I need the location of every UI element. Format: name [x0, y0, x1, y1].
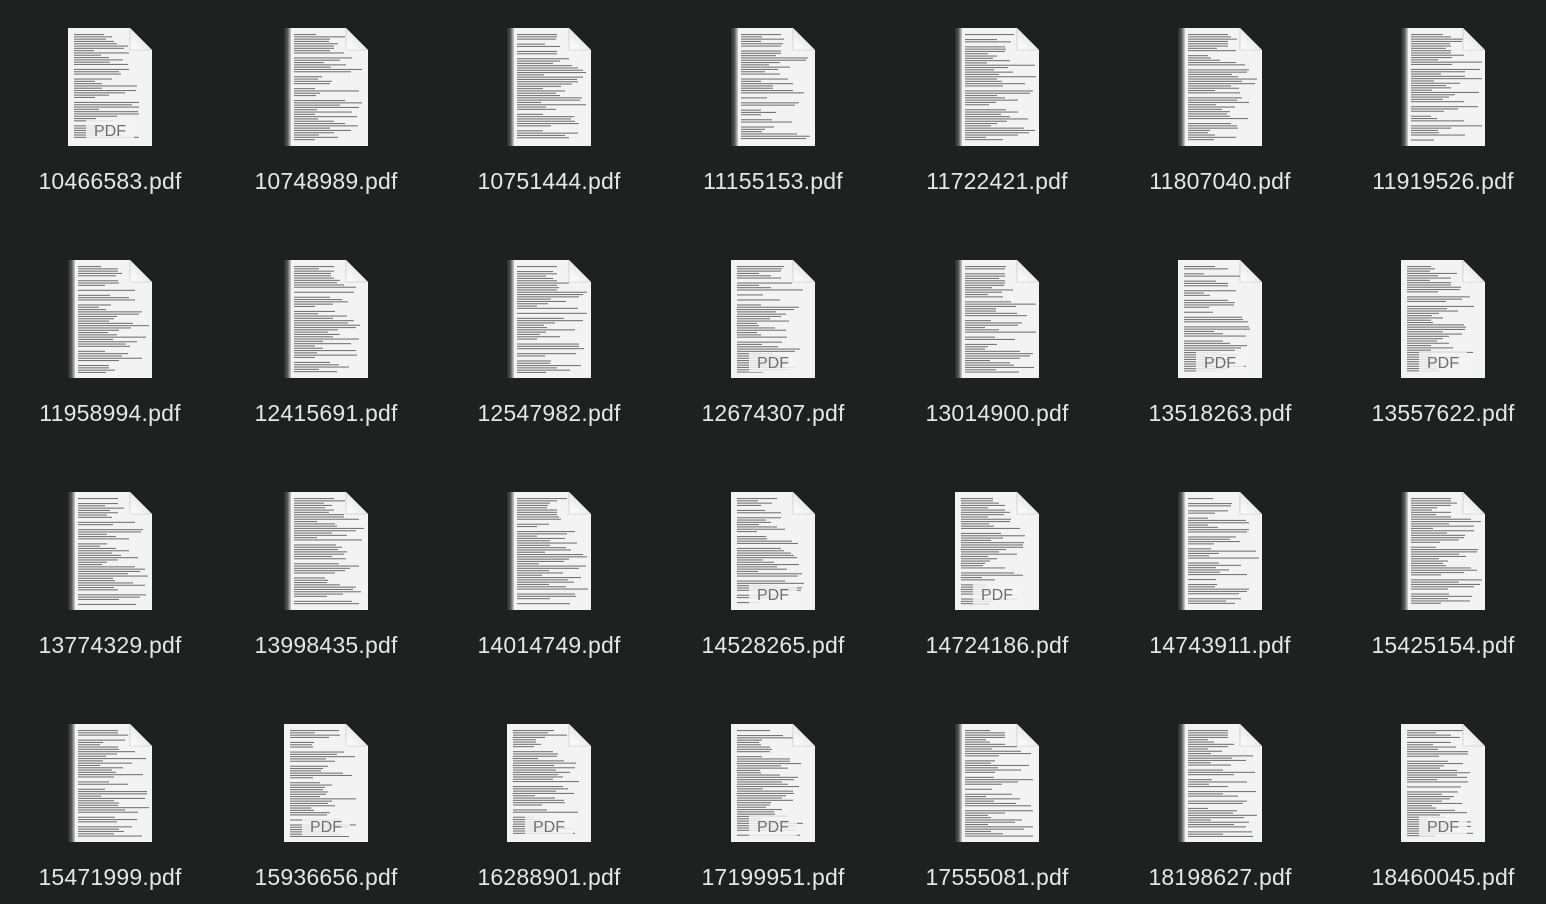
file-item[interactable]: PDF 17199951.pdf: [663, 724, 883, 904]
pdf-document-icon[interactable]: PDF: [507, 724, 591, 842]
file-name-label[interactable]: 14528265.pdf: [663, 632, 883, 659]
file-name-label[interactable]: 15425154.pdf: [1333, 632, 1546, 659]
file-item[interactable]: PDF 13518263.pdf: [1110, 260, 1330, 460]
pdf-document-icon[interactable]: PDF: [731, 724, 815, 842]
file-item[interactable]: PDF 15936656.pdf: [216, 724, 436, 904]
file-name-label[interactable]: 14724186.pdf: [887, 632, 1107, 659]
file-name-label[interactable]: 14743911.pdf: [1110, 632, 1330, 659]
file-item[interactable]: PDF 18460045.pdf: [1333, 724, 1546, 904]
pdf-document-icon[interactable]: PDF: [731, 492, 815, 610]
pdf-document-icon[interactable]: PDF: [1178, 260, 1262, 378]
file-name-label[interactable]: 17199951.pdf: [663, 864, 883, 891]
svg-text:PDF: PDF: [757, 587, 789, 604]
file-item[interactable]: PDF 12674307.pdf: [663, 260, 883, 460]
svg-text:PDF: PDF: [94, 123, 126, 140]
file-name-label[interactable]: 15471999.pdf: [0, 864, 220, 891]
file-name-label[interactable]: 12415691.pdf: [216, 400, 436, 427]
svg-text:PDF: PDF: [1427, 819, 1459, 836]
pdf-document-icon[interactable]: PDF: [1401, 260, 1485, 378]
svg-text:PDF: PDF: [1427, 355, 1459, 372]
pdf-document-icon[interactable]: [1178, 28, 1262, 146]
file-item[interactable]: 11155153.pdf: [663, 28, 883, 228]
pdf-document-icon[interactable]: [68, 724, 152, 842]
file-name-label[interactable]: 14014749.pdf: [439, 632, 659, 659]
svg-text:PDF: PDF: [533, 819, 565, 836]
pdf-document-icon[interactable]: [955, 260, 1039, 378]
file-name-label[interactable]: 10748989.pdf: [216, 168, 436, 195]
file-name-label[interactable]: 15936656.pdf: [216, 864, 436, 891]
file-name-label[interactable]: 13557622.pdf: [1333, 400, 1546, 427]
file-item[interactable]: 11807040.pdf: [1110, 28, 1330, 228]
file-name-label[interactable]: 17555081.pdf: [887, 864, 1107, 891]
file-item[interactable]: 10751444.pdf: [439, 28, 659, 228]
file-item[interactable]: 11919526.pdf: [1333, 28, 1546, 228]
svg-text:PDF: PDF: [981, 587, 1013, 604]
pdf-document-icon[interactable]: [507, 28, 591, 146]
pdf-document-icon[interactable]: PDF: [68, 28, 152, 146]
pdf-document-icon[interactable]: [68, 492, 152, 610]
file-name-label[interactable]: 13014900.pdf: [887, 400, 1107, 427]
file-item[interactable]: 14014749.pdf: [439, 492, 659, 692]
pdf-document-icon[interactable]: [1401, 492, 1485, 610]
file-name-label[interactable]: 12547982.pdf: [439, 400, 659, 427]
file-item[interactable]: 10748989.pdf: [216, 28, 436, 228]
file-name-label[interactable]: 13774329.pdf: [0, 632, 220, 659]
pdf-document-icon[interactable]: PDF: [284, 724, 368, 842]
file-item[interactable]: 11722421.pdf: [887, 28, 1107, 228]
file-item[interactable]: 13998435.pdf: [216, 492, 436, 692]
file-item[interactable]: 15471999.pdf: [0, 724, 220, 904]
file-name-label[interactable]: 13518263.pdf: [1110, 400, 1330, 427]
file-name-label[interactable]: 11919526.pdf: [1333, 168, 1546, 195]
pdf-document-icon[interactable]: [955, 28, 1039, 146]
file-item[interactable]: 11958994.pdf: [0, 260, 220, 460]
file-item[interactable]: PDF 13557622.pdf: [1333, 260, 1546, 460]
svg-text:PDF: PDF: [310, 819, 342, 836]
pdf-document-icon[interactable]: [507, 260, 591, 378]
pdf-document-icon[interactable]: [1178, 724, 1262, 842]
file-name-label[interactable]: 13998435.pdf: [216, 632, 436, 659]
pdf-document-icon[interactable]: [731, 28, 815, 146]
file-name-label[interactable]: 18460045.pdf: [1333, 864, 1546, 891]
file-item[interactable]: PDF 14724186.pdf: [887, 492, 1107, 692]
file-item[interactable]: 13774329.pdf: [0, 492, 220, 692]
file-item[interactable]: PDF 16288901.pdf: [439, 724, 659, 904]
file-name-label[interactable]: 11958994.pdf: [0, 400, 220, 427]
file-name-label[interactable]: 12674307.pdf: [663, 400, 883, 427]
file-name-label[interactable]: 10751444.pdf: [439, 168, 659, 195]
file-name-label[interactable]: 10466583.pdf: [0, 168, 220, 195]
file-item[interactable]: 18198627.pdf: [1110, 724, 1330, 904]
pdf-document-icon[interactable]: [1401, 28, 1485, 146]
file-item[interactable]: 13014900.pdf: [887, 260, 1107, 460]
pdf-document-icon[interactable]: PDF: [1401, 724, 1485, 842]
pdf-document-icon[interactable]: PDF: [731, 260, 815, 378]
file-grid: PDF 10466583.pdf 10748989.pdf 10751444.pd…: [0, 0, 1546, 904]
pdf-document-icon[interactable]: [955, 724, 1039, 842]
svg-text:PDF: PDF: [757, 355, 789, 372]
file-item[interactable]: 17555081.pdf: [887, 724, 1107, 904]
pdf-document-icon[interactable]: [507, 492, 591, 610]
file-name-label[interactable]: 11722421.pdf: [887, 168, 1107, 195]
file-name-label[interactable]: 11155153.pdf: [663, 168, 883, 195]
file-item[interactable]: 14743911.pdf: [1110, 492, 1330, 692]
file-item[interactable]: 15425154.pdf: [1333, 492, 1546, 692]
file-item[interactable]: PDF 10466583.pdf: [0, 28, 220, 228]
file-name-label[interactable]: 18198627.pdf: [1110, 864, 1330, 891]
svg-text:PDF: PDF: [757, 819, 789, 836]
pdf-document-icon[interactable]: [68, 260, 152, 378]
file-item[interactable]: 12415691.pdf: [216, 260, 436, 460]
pdf-document-icon[interactable]: PDF: [955, 492, 1039, 610]
svg-text:PDF: PDF: [1204, 355, 1236, 372]
file-item[interactable]: 12547982.pdf: [439, 260, 659, 460]
pdf-document-icon[interactable]: [284, 492, 368, 610]
pdf-document-icon[interactable]: [284, 28, 368, 146]
file-name-label[interactable]: 11807040.pdf: [1110, 168, 1330, 195]
file-name-label[interactable]: 16288901.pdf: [439, 864, 659, 891]
pdf-document-icon[interactable]: [1178, 492, 1262, 610]
pdf-document-icon[interactable]: [284, 260, 368, 378]
file-item[interactable]: PDF 14528265.pdf: [663, 492, 883, 692]
